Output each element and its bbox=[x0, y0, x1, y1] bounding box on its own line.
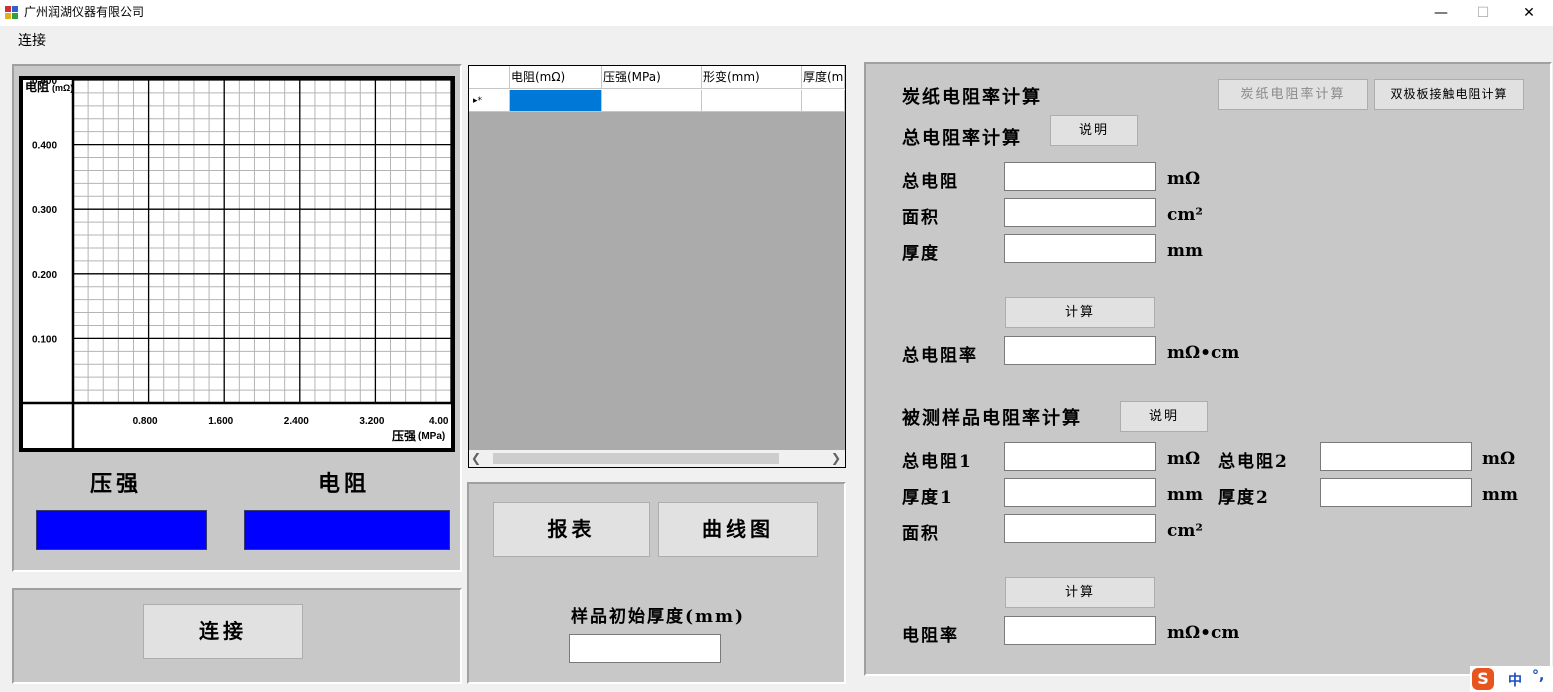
thickness-2-label: 厚度2 bbox=[1218, 488, 1270, 508]
grid-cell-selected[interactable] bbox=[510, 90, 602, 112]
grid-column-header[interactable]: 压强(MPa) bbox=[602, 66, 702, 89]
y-tick-label: 0.400 bbox=[32, 141, 57, 152]
scroll-right-icon[interactable]: ❯ bbox=[831, 451, 841, 465]
total-resistivity-section-title: 总电阻率计算 bbox=[902, 128, 1022, 149]
app-icon bbox=[5, 6, 19, 20]
grid-cell[interactable] bbox=[802, 90, 845, 112]
grid-cell[interactable] bbox=[702, 90, 802, 112]
total-resistance-2-input[interactable] bbox=[1320, 442, 1472, 471]
tab-bipolar-plate[interactable]: 双极板接触电阻计算 bbox=[1374, 79, 1524, 110]
total-resistance-1-input[interactable] bbox=[1004, 442, 1156, 471]
data-grid[interactable]: 电阻(mΩ) 压强(MPa) 形变(mm) 厚度(m ▸* ❮ ❯ bbox=[468, 65, 846, 468]
thickness-2-unit: mm bbox=[1482, 485, 1518, 505]
sample-area-label: 面积 bbox=[902, 524, 940, 544]
scrollbar-thumb[interactable] bbox=[493, 453, 779, 464]
row-header[interactable]: ▸* bbox=[469, 90, 510, 112]
title-bar: 广州润湖仪器有限公司 — ☐ ✕ bbox=[0, 0, 1553, 26]
total-resistivity-unit: mΩ•cm bbox=[1167, 343, 1240, 363]
y-tick-label: 0.100 bbox=[32, 334, 57, 345]
x-tick-label: 3.200 bbox=[359, 416, 384, 427]
carbon-paper-title: 炭纸电阻率计算 bbox=[902, 87, 1042, 108]
x-tick-label: 2.400 bbox=[284, 416, 309, 427]
minimize-button[interactable]: — bbox=[1418, 0, 1464, 26]
window-title: 广州润湖仪器有限公司 bbox=[24, 5, 145, 19]
sample-area-input[interactable] bbox=[1004, 514, 1156, 543]
total-explain-button[interactable]: 说明 bbox=[1050, 115, 1138, 146]
total-resistance-unit: mΩ bbox=[1167, 169, 1201, 189]
grid-column-header[interactable]: 形变(mm) bbox=[702, 66, 802, 89]
resistivity-output[interactable] bbox=[1004, 616, 1156, 645]
grid-corner bbox=[469, 66, 510, 89]
grid-column-header[interactable]: 厚度(m bbox=[802, 66, 845, 89]
calculation-panel bbox=[864, 62, 1552, 676]
resistance-label: 电阻 bbox=[318, 471, 371, 497]
connect-button[interactable]: 连接 bbox=[143, 604, 303, 659]
ime-indicator[interactable]: S 中 °, bbox=[1470, 666, 1553, 692]
total-resistivity-output[interactable] bbox=[1004, 336, 1156, 365]
ime-punctuation-mode[interactable]: °, bbox=[1532, 668, 1544, 684]
sogou-ime-icon[interactable]: S bbox=[1472, 668, 1494, 690]
scroll-left-icon[interactable]: ❮ bbox=[471, 451, 481, 465]
area-unit: cm² bbox=[1167, 205, 1203, 225]
grid-cell[interactable] bbox=[602, 90, 702, 112]
curve-chart-button[interactable]: 曲线图 bbox=[658, 502, 818, 557]
grid-column-header[interactable]: 电阻(mΩ) bbox=[510, 66, 602, 89]
report-button[interactable]: 报表 bbox=[493, 502, 650, 557]
initial-thickness-label: 样品初始厚度(mm) bbox=[571, 607, 746, 627]
thickness-label: 厚度 bbox=[902, 244, 940, 264]
area-input[interactable] bbox=[1004, 198, 1156, 227]
maximize-button[interactable]: ☐ bbox=[1460, 0, 1506, 26]
total-resistance-input[interactable] bbox=[1004, 162, 1156, 191]
thickness-input[interactable] bbox=[1004, 234, 1156, 263]
resistance-value-display bbox=[244, 510, 450, 550]
pressure-value-display bbox=[36, 510, 207, 550]
initial-thickness-input[interactable] bbox=[569, 634, 721, 663]
chart-background bbox=[21, 78, 453, 450]
x-tick-label: 4.00 bbox=[429, 416, 449, 427]
resistivity-unit: mΩ•cm bbox=[1167, 623, 1240, 643]
thickness-1-unit: mm bbox=[1167, 485, 1203, 505]
total-resistance-1-label: 总电阻1 bbox=[902, 452, 973, 472]
x-axis-unit: (MPa) bbox=[418, 431, 445, 442]
menu-item-connect[interactable]: 连接 bbox=[18, 30, 46, 50]
thickness-unit: mm bbox=[1167, 241, 1203, 261]
total-resistance-2-unit: mΩ bbox=[1482, 449, 1516, 469]
y-tick-label: 0.300 bbox=[32, 205, 57, 216]
resistivity-label: 电阻率 bbox=[902, 626, 959, 646]
horizontal-scrollbar[interactable]: ❮ ❯ bbox=[469, 450, 845, 467]
y-tick-label: 0.200 bbox=[32, 270, 57, 281]
thickness-1-label: 厚度1 bbox=[902, 488, 954, 508]
tab-carbon-paper[interactable]: 炭纸电阻率计算 bbox=[1218, 79, 1368, 110]
compute-total-button[interactable]: 计算 bbox=[1005, 297, 1155, 328]
compute-sample-button[interactable]: 计算 bbox=[1005, 577, 1155, 608]
total-resistivity-label: 总电阻率 bbox=[902, 346, 978, 366]
total-resistance-1-unit: mΩ bbox=[1167, 449, 1201, 469]
total-resistance-label: 总电阻 bbox=[902, 172, 959, 192]
thickness-2-input[interactable] bbox=[1320, 478, 1472, 507]
x-axis-label: 压强 bbox=[392, 429, 416, 443]
x-tick-label: 1.600 bbox=[208, 416, 233, 427]
x-tick-label: 0.800 bbox=[133, 416, 158, 427]
y-axis-unit: (mΩ) bbox=[52, 83, 73, 93]
total-resistance-2-label: 总电阻2 bbox=[1218, 452, 1289, 472]
close-button[interactable]: ✕ bbox=[1506, 0, 1552, 26]
pressure-label: 压强 bbox=[90, 471, 143, 497]
ime-mode[interactable]: 中 bbox=[1508, 670, 1522, 690]
area-label: 面积 bbox=[902, 208, 940, 228]
sample-resistivity-section-title: 被测样品电阻率计算 bbox=[902, 408, 1082, 429]
y-axis-label: 电阻 bbox=[25, 79, 49, 94]
chart: 0.1000.2000.3000.4000.5000.800 1.600 2.400… bbox=[19, 76, 455, 452]
table-row[interactable]: ▸* bbox=[469, 90, 845, 112]
grid-header: 电阻(mΩ) 压强(MPa) 形变(mm) 厚度(m bbox=[469, 66, 845, 90]
menu-bar: 连接 bbox=[0, 26, 1553, 50]
sample-explain-button[interactable]: 说明 bbox=[1120, 401, 1208, 432]
sample-area-unit: cm² bbox=[1167, 521, 1203, 541]
thickness-1-input[interactable] bbox=[1004, 478, 1156, 507]
